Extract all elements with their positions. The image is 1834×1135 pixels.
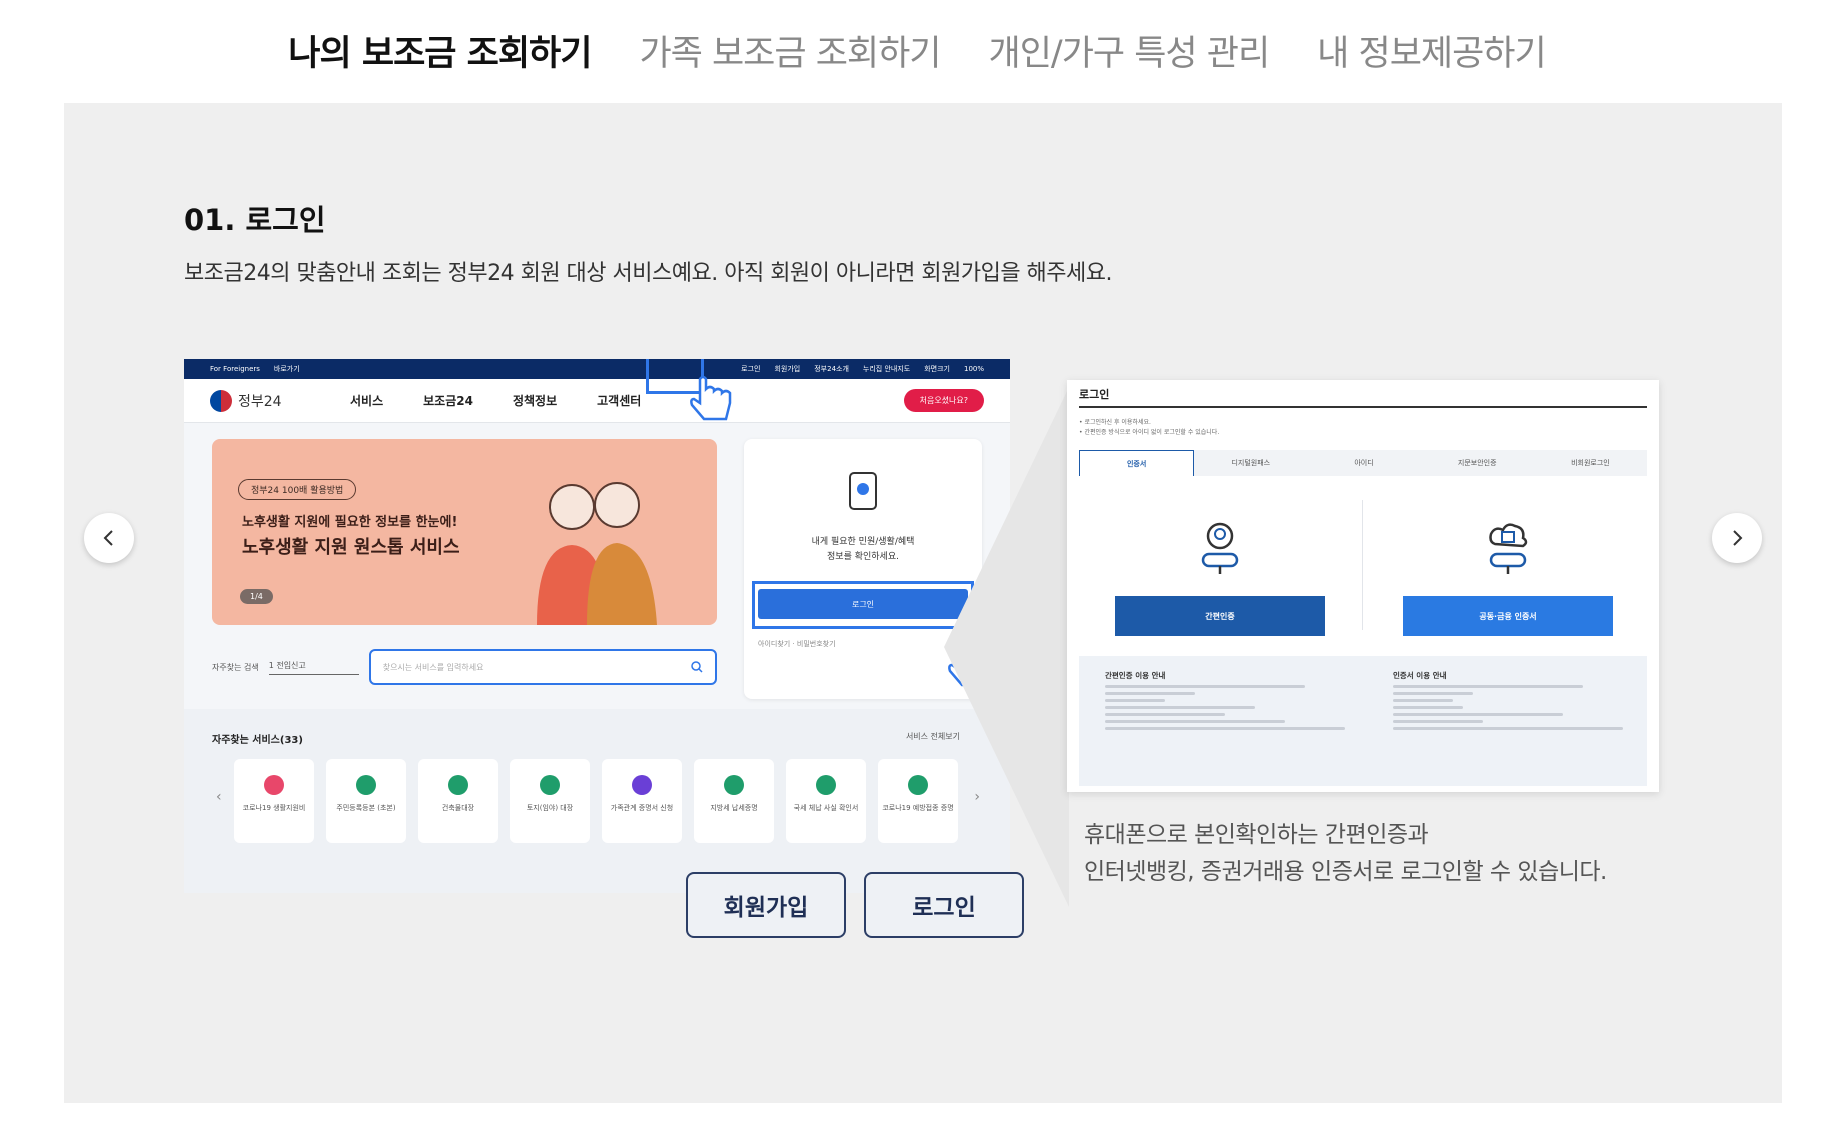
- topbar-signup: 회원가입: [774, 365, 801, 373]
- cloud-certificate-icon: [1489, 523, 1528, 574]
- screenshot-topbar: For Foreigners 바로가기 로그인 회원가입 정부24소개 누리집 …: [184, 359, 1010, 379]
- carousel-next-button[interactable]: [1712, 513, 1762, 563]
- login-tab-certificate: 인증서: [1079, 450, 1195, 476]
- certificate-info: 인증서 이용 안내: [1393, 670, 1653, 734]
- banner-pager: 1/4: [240, 589, 273, 604]
- simple-auth-info: 간편인증 이용 안내: [1105, 670, 1365, 734]
- tab-provide-info[interactable]: 내 정보제공하기: [1317, 25, 1547, 76]
- login-button[interactable]: 로그인: [864, 872, 1024, 938]
- column-divider: [1362, 500, 1363, 630]
- step-title: 01. 로그인: [184, 203, 326, 237]
- screenshot-certificate-button: 공동·금융 인증서: [1403, 596, 1613, 636]
- screenshot-simple-auth-button: 간편인증: [1115, 596, 1325, 636]
- topbar-zoom-label: 화면크기: [924, 365, 950, 373]
- login-links: 아이디찾기 · 비밀번호찾기: [758, 640, 836, 648]
- search-select: 1 전입신고: [268, 660, 359, 675]
- service-icon: [264, 775, 284, 795]
- screenshot-header: 정부24 서비스 보조금24 정책정보 고객센터 처음오셨나요?: [184, 379, 1010, 423]
- service-card: 건축물대장: [418, 759, 498, 843]
- taegeuk-icon: [210, 389, 232, 412]
- service-label: 지방세 납세증명: [710, 804, 758, 812]
- service-label: 가족관계 증명서 신청: [610, 804, 674, 812]
- service-icon: [724, 775, 744, 795]
- gov24-logo: 정부24: [210, 389, 350, 412]
- service-icon: [448, 775, 468, 795]
- service-icon: [908, 775, 928, 795]
- login-page-title: 로그인: [1079, 388, 1110, 401]
- service-card: 국세 체납 사실 확인서: [786, 759, 866, 843]
- service-icon: [356, 775, 376, 795]
- tab-my-subsidy[interactable]: 나의 보조금 조회하기: [288, 25, 592, 76]
- service-label: 코로나19 예방접종 증명: [882, 804, 954, 812]
- search-label: 자주찾는 검색: [212, 662, 259, 672]
- services-prev-icon: ‹: [216, 789, 222, 805]
- service-card: 주민등록등본 (초본): [326, 759, 406, 843]
- shortcut-link: 바로가기: [273, 365, 300, 373]
- tab-family-subsidy[interactable]: 가족 보조금 조회하기: [639, 25, 941, 76]
- service-card: 가족관계 증명서 신청: [602, 759, 682, 843]
- topbar-zoom-value: 100%: [963, 365, 984, 373]
- login-page-note: • 로그인하신 후 이용하세요. • 간편인증 방식으로 아이디 없이 로그인할…: [1079, 419, 1220, 436]
- carousel-prev-button[interactable]: [84, 513, 134, 563]
- banner-heading: 노후생활 지원 원스톱 서비스: [242, 537, 460, 558]
- services-title: 자주찾는 서비스(33): [212, 735, 303, 746]
- search-box: 찾으시는 서비스를 입력하세요: [368, 649, 717, 685]
- chevron-left-icon: [103, 530, 113, 546]
- title-rule: [1079, 406, 1647, 408]
- pointer-hand-icon: [690, 375, 732, 421]
- nav-subsidy24: 보조금24: [423, 394, 473, 408]
- foreigners-link: For Foreigners: [210, 365, 260, 373]
- chevron-right-icon: [1733, 530, 1743, 546]
- elderly-couple-illustration: [537, 482, 657, 625]
- service-icon: [632, 775, 652, 795]
- login-method-tabs: 인증서 디지털원패스 아이디 지문보안인증 비회원로그인: [1079, 450, 1647, 476]
- sub-tab-bar: 나의 보조금 조회하기 가족 보조금 조회하기 개인/가구 특성 관리 내 정보…: [0, 0, 1834, 100]
- phone-icon: [849, 472, 877, 510]
- action-buttons: 회원가입 로그인: [686, 872, 1024, 938]
- service-label: 토지(임야) 대장: [526, 804, 574, 812]
- guide-panel: 01. 로그인 보조금24의 맞춤안내 조회는 정부24 회원 대상 서비스예요…: [64, 103, 1782, 1103]
- promo-banner: 정부24 100배 활용방법 노후생활 지원에 필요한 정보를 한눈에! 노후생…: [212, 439, 717, 625]
- screenshot-nav: 서비스 보조금24 정책정보 고객센터: [350, 392, 641, 409]
- service-label: 국세 체납 사실 확인서: [793, 804, 859, 812]
- zoom-callout-shape: [944, 387, 1069, 907]
- screenshot-login-button: 로그인: [758, 589, 968, 619]
- certificate-column: 공동·금융 인증서: [1403, 520, 1613, 636]
- service-label: 주민등록등본 (초본): [336, 804, 396, 812]
- login-tab-fingerprint: 지문보안인증: [1457, 459, 1497, 467]
- service-label: 코로나19 생활지원비: [242, 804, 306, 812]
- frequent-services: 자주찾는 서비스(33) 서비스 전체보기 ‹ 코로나19 생활지원비 주민등록등…: [184, 709, 1010, 893]
- gov24-homepage-screenshot: For Foreigners 바로가기 로그인 회원가입 정부24소개 누리집 …: [184, 359, 1010, 893]
- search-icon: [691, 661, 703, 673]
- nav-support: 고객센터: [597, 394, 642, 408]
- service-label: 건축물대장: [441, 804, 475, 812]
- screenshot-search: 자주찾는 검색 1 전입신고 찾으시는 서비스를 입력하세요: [212, 649, 717, 685]
- banner-subheading: 노후생활 지원에 필요한 정보를 한눈에!: [242, 515, 458, 530]
- login-info-box: 간편인증 이용 안내 인증서 이용 안내: [1079, 656, 1647, 786]
- service-card: 코로나19 생활지원비: [234, 759, 314, 843]
- service-icon: [816, 775, 836, 795]
- step-description: 보조금24의 맞춤안내 조회는 정부24 회원 대상 서비스예요. 아직 회원이…: [184, 261, 1113, 286]
- person-id-icon: [1201, 522, 1239, 574]
- service-card-list: 코로나19 생활지원비 주민등록등본 (초본) 건축물대장 토지(임야) 대장 가족관계…: [234, 759, 958, 843]
- signup-button[interactable]: 회원가입: [686, 872, 846, 938]
- topbar-sitemap: 누리집 안내지도: [862, 365, 911, 373]
- login-tab-guest: 비회원로그인: [1571, 459, 1610, 467]
- nav-policy: 정책정보: [512, 394, 558, 408]
- topbar-about: 정부24소개: [814, 365, 849, 373]
- topbar-login: 로그인: [741, 365, 761, 373]
- screenshot-caption: 휴대폰으로 본인확인하는 간편인증과 인터넷뱅킹, 증권거래용 인증서로 로그인…: [1084, 822, 1607, 885]
- service-card: 지방세 납세증명: [694, 759, 774, 843]
- nav-service: 서비스: [350, 394, 384, 408]
- login-tab-id: 아이디: [1354, 459, 1374, 467]
- banner-pill: 정부24 100배 활용방법: [238, 479, 357, 500]
- tab-household-attributes[interactable]: 개인/가구 특성 관리: [989, 25, 1271, 76]
- login-page-screenshot: 로그인 • 로그인하신 후 이용하세요. • 간편인증 방식으로 아이디 없이 …: [1067, 380, 1659, 792]
- service-card: 토지(임야) 대장: [510, 759, 590, 843]
- service-icon: [540, 775, 560, 795]
- login-tab-onepass: 디지털원패스: [1231, 459, 1271, 467]
- simple-auth-column: 간편인증: [1115, 520, 1325, 636]
